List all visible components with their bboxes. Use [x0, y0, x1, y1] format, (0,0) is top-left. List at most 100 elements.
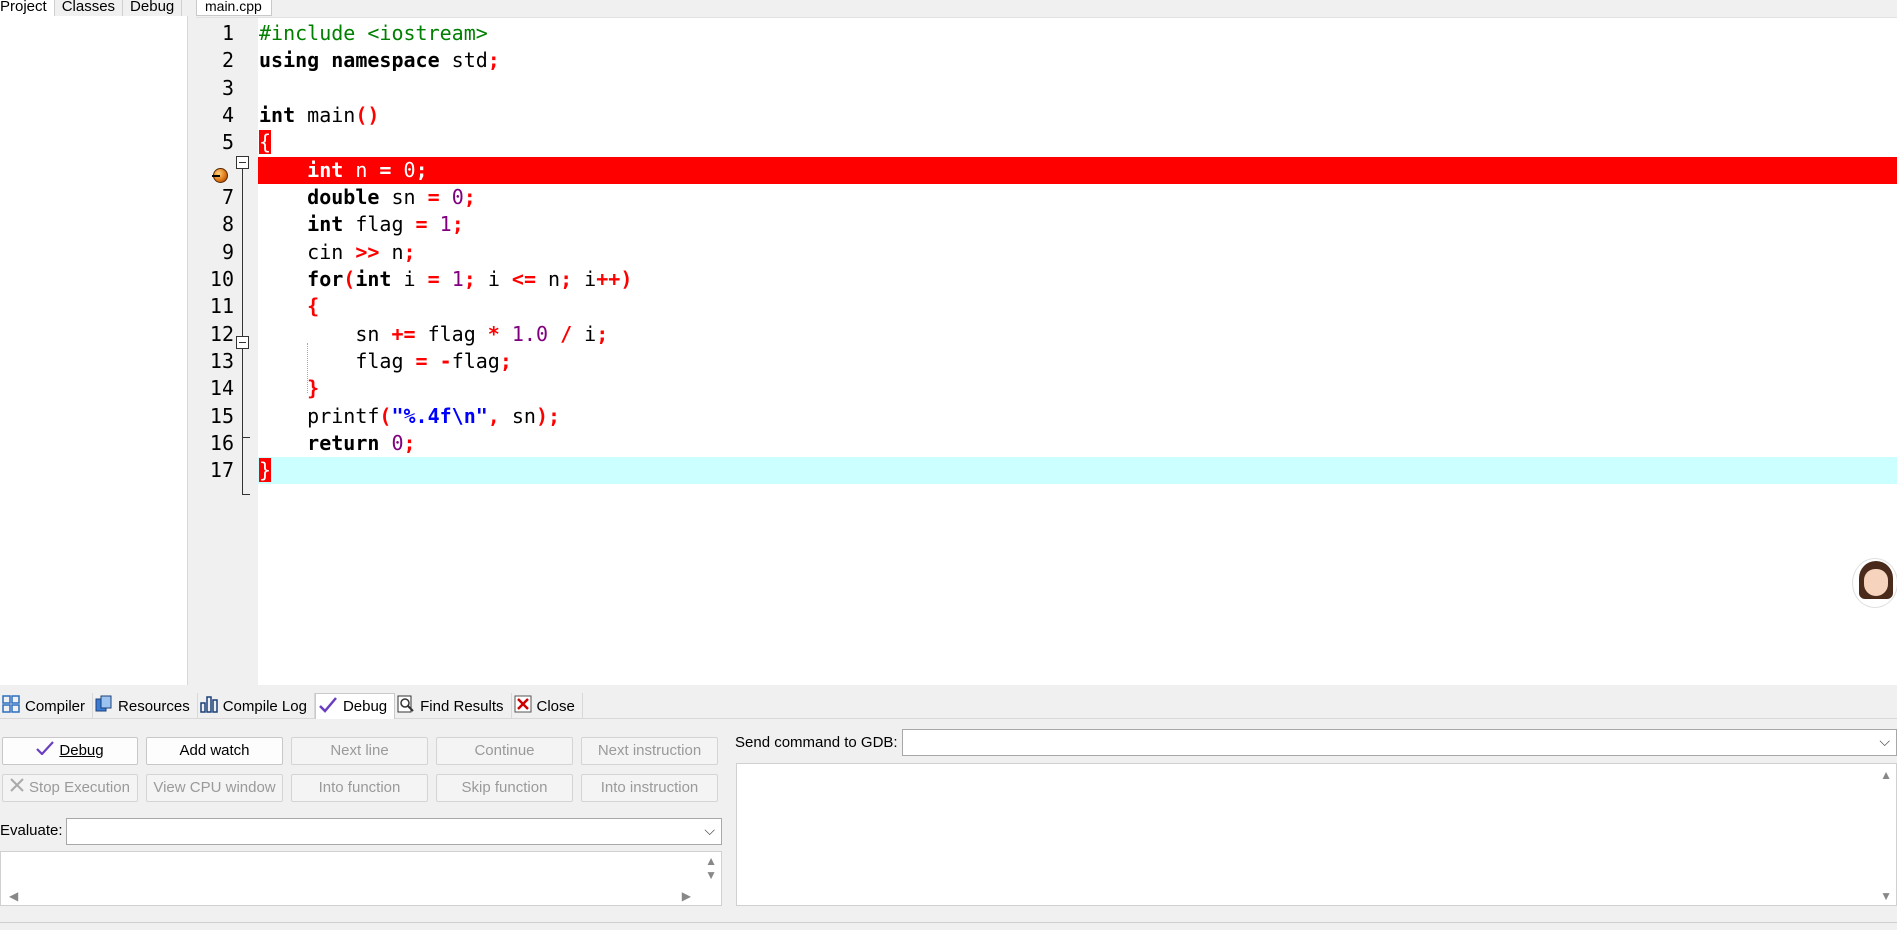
code-area[interactable]: #include <iostream> using namespace std; i…	[258, 18, 1897, 685]
tab-compiler[interactable]: Compiler	[0, 693, 94, 719]
stop-x-icon	[10, 775, 24, 801]
code-token: ;	[463, 185, 476, 209]
into-function-button[interactable]: Into function	[291, 774, 428, 802]
line-number[interactable]: 14	[196, 375, 234, 402]
scroll-up-icon[interactable]: ▲	[705, 854, 717, 868]
code-line[interactable]: cin >> n;	[258, 239, 1897, 266]
evaluate-output[interactable]: ▲ ▼ ◀ ▶	[0, 851, 722, 906]
chevron-down-icon[interactable]: ⌵	[704, 822, 715, 839]
line-number[interactable]: 8	[196, 211, 234, 238]
code-line[interactable]: {	[258, 293, 1897, 320]
code-line[interactable]: double sn = 0;	[258, 184, 1897, 211]
line-number[interactable]: 4	[196, 102, 234, 129]
code-token: int	[259, 103, 296, 127]
code-line[interactable]: sn += flag * 1.0 / i;	[258, 321, 1897, 348]
stop-execution-button[interactable]: Stop Execution	[2, 774, 138, 802]
gdb-command-combobox[interactable]: ⌵	[902, 729, 1897, 756]
line-number[interactable]: 9	[196, 239, 234, 266]
code-token: n	[536, 267, 561, 291]
add-watch-button[interactable]: Add watch	[146, 737, 283, 765]
line-number[interactable]: 5	[196, 129, 234, 156]
assistant-avatar-icon[interactable]	[1852, 558, 1897, 608]
checkmark-icon	[318, 696, 338, 718]
tab-label: Close	[536, 697, 575, 715]
tab-main-cpp[interactable]: main.cpp	[196, 0, 272, 16]
code-line[interactable]: for(int i = 1; i <= n; i++)	[258, 266, 1897, 293]
chevron-down-icon[interactable]: ⌵	[1879, 733, 1890, 750]
code-line[interactable]: #include <iostream>	[258, 20, 1897, 47]
code-token: 0	[403, 158, 416, 182]
code-token: n	[379, 240, 404, 264]
line-number[interactable]: 3	[196, 75, 234, 102]
code-line[interactable]: }	[258, 457, 1897, 484]
line-number[interactable]: 11	[196, 293, 234, 320]
scroll-down-icon[interactable]: ▼	[1880, 889, 1892, 903]
project-browser-panel[interactable]	[0, 16, 188, 685]
view-cpu-window-button[interactable]: View CPU window	[146, 774, 283, 802]
code-token: ;	[560, 267, 573, 291]
code-line[interactable]: int n = 0;	[258, 157, 1897, 184]
tab-resources[interactable]: Resources	[93, 693, 198, 719]
scroll-right-icon[interactable]: ▶	[682, 889, 691, 903]
scroll-left-icon[interactable]: ◀	[9, 889, 18, 903]
line-number[interactable]: 7	[196, 184, 234, 211]
skip-function-button[interactable]: Skip function	[436, 774, 573, 802]
line-number[interactable]: 2	[196, 47, 234, 74]
code-token: double	[307, 185, 380, 209]
tab-debug[interactable]: Debug	[314, 693, 396, 719]
code-token: #include <iostream>	[259, 21, 488, 45]
line-number[interactable]: 16	[196, 430, 234, 457]
code-token: }	[307, 376, 320, 400]
evaluate-combobox[interactable]: ⌵	[66, 818, 722, 845]
line-number[interactable]: 1	[196, 20, 234, 47]
tab-debug-left[interactable]: Debug	[123, 0, 183, 16]
fold-toggle-for[interactable]	[236, 336, 249, 349]
line-number[interactable]: 12	[196, 321, 234, 348]
code-token: (	[379, 404, 392, 428]
code-token: ;	[451, 212, 464, 236]
scroll-up-icon[interactable]: ▲	[1880, 768, 1892, 782]
tab-classes[interactable]: Classes	[55, 0, 124, 16]
code-token: i	[572, 267, 597, 291]
scroll-down-icon[interactable]: ▼	[705, 868, 717, 882]
into-instruction-button[interactable]: Into instruction	[581, 774, 718, 802]
tab-close[interactable]: Close	[512, 693, 583, 719]
line-number[interactable]: 15	[196, 403, 234, 430]
code-token: /	[560, 322, 573, 346]
debug-button[interactable]: Debug	[2, 737, 138, 765]
gdb-command-label: Send command to GDB:	[735, 734, 898, 751]
tab-find-results[interactable]: Find Results	[395, 693, 512, 719]
fold-end-marker	[242, 437, 250, 438]
code-token: flag	[451, 349, 500, 373]
code-token: >>	[355, 240, 380, 264]
line-number-gutter[interactable]: 1234567891011121314151617	[196, 18, 258, 685]
code-line[interactable]: using namespace std;	[258, 47, 1897, 74]
code-token: ()	[355, 103, 380, 127]
code-line[interactable]: printf("%.4f\n", sn);	[258, 403, 1897, 430]
tab-compile-log[interactable]: Compile Log	[198, 693, 315, 719]
line-number[interactable]: 17	[196, 457, 234, 484]
close-x-icon	[514, 695, 532, 717]
gdb-output[interactable]: ▲ ▼	[736, 763, 1897, 906]
continue-button[interactable]: Continue	[436, 737, 573, 765]
line-number[interactable]: 13	[196, 348, 234, 375]
code-token: ;	[487, 48, 500, 72]
line-number[interactable]: 10	[196, 266, 234, 293]
code-line[interactable]	[258, 75, 1897, 102]
next-line-button[interactable]: Next line	[291, 737, 428, 765]
code-editor[interactable]: 1234567891011121314151617 #include <iost…	[196, 18, 1897, 685]
tab-project[interactable]: Project	[0, 0, 55, 16]
fold-toggle-main[interactable]	[236, 156, 249, 169]
next-instruction-button[interactable]: Next instruction	[581, 737, 718, 765]
checkmark-icon	[36, 738, 55, 764]
code-line[interactable]: return 0;	[258, 430, 1897, 457]
code-line[interactable]: flag = -flag;	[258, 348, 1897, 375]
code-line[interactable]: int main()	[258, 102, 1897, 129]
code-line[interactable]: int flag = 1;	[258, 211, 1897, 238]
resources-icon	[95, 695, 113, 717]
code-line[interactable]: }	[258, 375, 1897, 402]
code-line[interactable]: {	[258, 129, 1897, 156]
